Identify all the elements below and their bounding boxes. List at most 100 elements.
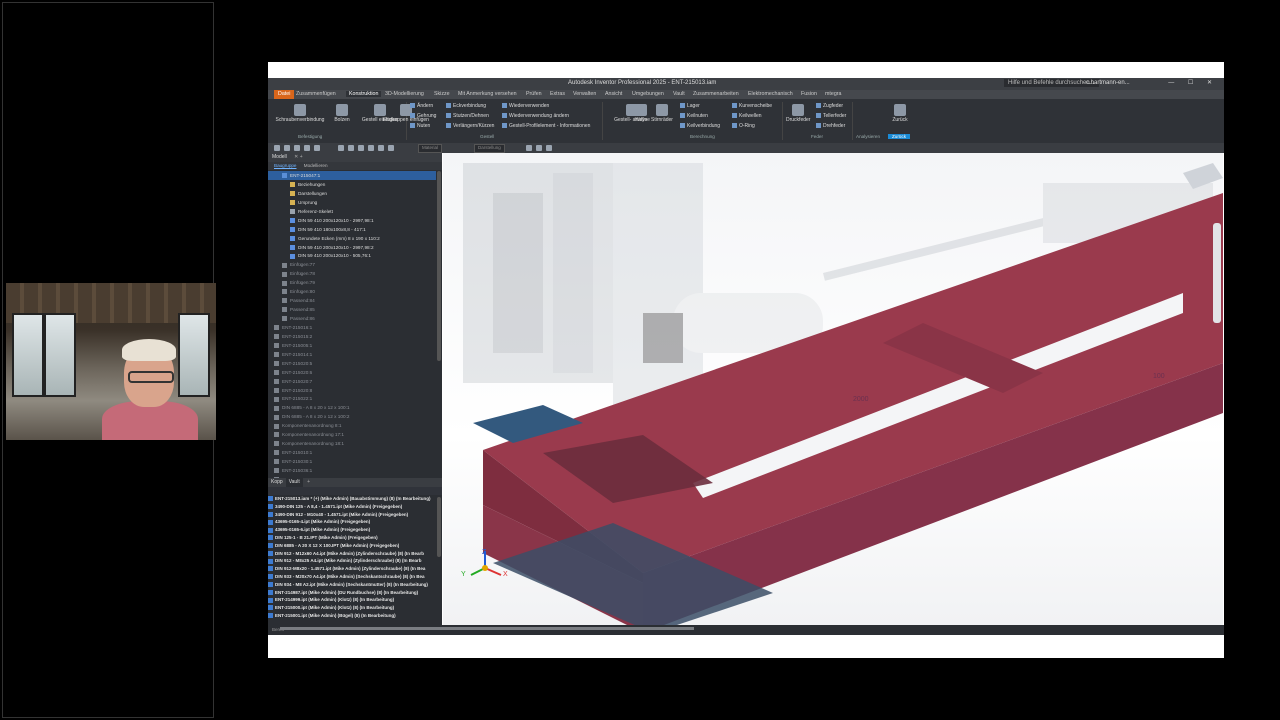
tree-item[interactable]: Ursprung [268, 198, 436, 207]
druckfeder-button[interactable]: Druckfeder [786, 104, 810, 123]
tree-item[interactable]: DIN 59 410 200x120x10 - 2997,98:1 [268, 216, 436, 225]
tab-fusion[interactable]: Fusion [801, 91, 817, 97]
select-icon[interactable] [358, 145, 364, 151]
tab-zusammenfügen[interactable]: Zusammenfügen [296, 91, 336, 97]
verlängern-kürzen-button[interactable]: Verlängern/Kürzen [446, 123, 494, 129]
close-icon[interactable]: ✕ + [294, 154, 303, 160]
tab-zusammenarbeiten[interactable]: Zusammenarbeiten [693, 91, 739, 97]
tab-ansicht[interactable]: Ansicht [605, 91, 622, 97]
o-ring-button[interactable]: O-Ring [732, 123, 755, 129]
tree-item[interactable]: Komponentenanordnung 18:1 [268, 439, 436, 448]
tree-item[interactable]: ENT-215020:7 [268, 377, 436, 386]
tab-vault[interactable]: Vault [285, 478, 303, 487]
tree-item[interactable]: Passend:85 [268, 305, 436, 314]
tab-umgebungen[interactable]: Umgebungen [632, 91, 664, 97]
eckverbindung-button[interactable]: Eckverbindung [446, 103, 486, 109]
redo-icon[interactable] [314, 145, 320, 151]
bolzen-button[interactable]: Bolzen [330, 104, 354, 123]
tree-item[interactable]: ENT-215010:1 [268, 448, 436, 457]
tab-mit-anmerkung-versehen[interactable]: Mit Anmerkung versehen [458, 91, 517, 97]
help-search-input[interactable]: Hilfe und Befehle durchsuchen... [1004, 79, 1099, 87]
3d-viewport[interactable]: 2000 100 Z X Y [443, 153, 1223, 625]
tab-verwalten[interactable]: Verwalten [573, 91, 596, 97]
tab-skizze[interactable]: Skizze [434, 91, 450, 97]
vault-item[interactable]: DIN 6885 - A 20 X 12 X 100.IPT (Mike Adm… [268, 542, 436, 550]
tree-item[interactable]: ENT-215047:1 [268, 171, 436, 180]
tree-item[interactable]: ENT-215030:1 [268, 457, 436, 466]
vault-item[interactable]: 43695-0165-4.ipt (Mike Admin) (Freigegeb… [268, 518, 436, 526]
vault-item[interactable]: ENT-214999.ipt (Mike Admin) (Klotz) (8) … [268, 596, 436, 604]
new-icon[interactable] [274, 145, 280, 151]
tab-prüfen[interactable]: Prüfen [526, 91, 542, 97]
tree-item[interactable]: Darstellungen [268, 189, 436, 198]
tree-item[interactable]: Beziehungen [268, 180, 436, 189]
update-icon[interactable] [348, 145, 354, 151]
save-icon[interactable] [294, 145, 300, 151]
keilwellen-button[interactable]: Keilwellen [732, 113, 762, 119]
vault-item[interactable]: ENT-215013.iam * (+) (Mike Admin) (Bauab… [268, 495, 436, 503]
zurück-button[interactable]: Zurück [888, 104, 912, 123]
subtab-baugruppe[interactable]: Baugruppe [274, 163, 296, 168]
tree-item[interactable]: Einfügen:80 [268, 287, 436, 296]
vault-item[interactable]: DIN 125-1 - B 21.IPT (Mike Admin) (Freig… [268, 534, 436, 542]
tab-datei[interactable]: Datei [274, 90, 295, 99]
vault-item[interactable]: DIN 912 - M12x60 A4.ipt (Mike Admin) (Zy… [268, 550, 436, 558]
vault-item[interactable]: DIN 934 - M8 A2.ipt (Mike Admin) (Sechsk… [268, 581, 436, 589]
zugfeder-button[interactable]: Zugfeder [816, 103, 843, 109]
drehfeder-button[interactable]: Drehfeder [816, 123, 845, 129]
tree-item[interactable]: Passend:86 [268, 314, 436, 323]
keilnuten-button[interactable]: Keilnuten [680, 113, 708, 119]
tree-item[interactable]: DIN 59 410 180x100x8,8 - 417:1 [268, 225, 436, 234]
tab-3d-modellierung[interactable]: 3D-Modellierung [385, 91, 424, 97]
vault-item[interactable]: DIN 912 - M8x25 A4.ipt (Mike Admin) (Zyl… [268, 557, 436, 565]
user-menu[interactable]: c.hartmann-en... [1086, 80, 1130, 86]
home-icon[interactable] [338, 145, 344, 151]
wiederverwenden-button[interactable]: Wiederverwenden [502, 103, 549, 109]
tree-item[interactable]: DIN 6885 - A 8 x 20 x 12 x 100:1 [268, 403, 436, 412]
tab-kopp[interactable]: Kopp [268, 478, 286, 487]
material-dropdown[interactable]: Material [418, 144, 443, 153]
tab-extras[interactable]: Extras [550, 91, 565, 97]
video-progress-bar[interactable] [280, 627, 694, 630]
navigation-bar[interactable] [1213, 223, 1221, 323]
color-icon[interactable] [526, 145, 532, 151]
tree-item[interactable]: Komponentenanordnung 17:1 [268, 430, 436, 439]
tree-item[interactable]: Einfügen:77 [268, 260, 436, 269]
clear-icon[interactable] [546, 145, 552, 151]
lager-button[interactable]: Lager [680, 103, 700, 109]
tree-item[interactable]: ENT-215020:6 [268, 368, 436, 377]
tab-elektromechanisch[interactable]: Elektromechanisch [748, 91, 793, 97]
schraubenverbindung-button[interactable]: Schraubenverbindung [274, 104, 326, 123]
tree-item[interactable]: Einfügen:79 [268, 278, 436, 287]
tree-item[interactable]: Einfügen:78 [268, 269, 436, 278]
adjust-icon[interactable] [536, 145, 542, 151]
tree-item[interactable]: ENT-215015:2 [268, 332, 436, 341]
subtab-modellieren[interactable]: Modellieren [304, 163, 328, 168]
tree-item[interactable]: DIN 59 410 200x120x10 - 505,76:1 [268, 251, 436, 260]
keilverbindung-button[interactable]: Keilverbindung [680, 123, 720, 129]
undo-icon[interactable] [304, 145, 310, 151]
tree-item[interactable]: ENT-215005:1 [268, 341, 436, 350]
vault-scrollbar[interactable] [437, 497, 441, 557]
tree-item[interactable]: ENT-215020:5 [268, 359, 436, 368]
vault-item[interactable]: DIN 933 - M20x70 A4.ipt (Mike Admin) (Se… [268, 573, 436, 581]
browser-scrollbar[interactable] [437, 171, 441, 361]
nuten-button[interactable]: Nuten [410, 123, 430, 129]
tab-mtegra[interactable]: mtegra [825, 91, 842, 97]
tree-item[interactable]: DIN 6885 - A 8 x 20 x 12 x 100:2 [268, 412, 436, 421]
tree-item[interactable]: Komponentenanordnung 8:1 [268, 421, 436, 430]
vault-item[interactable]: 3490-DIN 125 - A 8,4 - 1.4571.ipt (Mike … [268, 503, 436, 511]
tree-item[interactable]: ENT-215014:1 [268, 350, 436, 359]
measure-icon[interactable] [368, 145, 374, 151]
tree-item[interactable]: ENT-215022:1 [268, 394, 436, 403]
window-controls[interactable]: — ☐ ✕ [1168, 79, 1218, 86]
vault-item[interactable]: 43695-0165-6.ipt (Mike Admin) (Freigegeb… [268, 526, 436, 534]
vault-item[interactable]: ENT-215001.ipt (Mike Admin) (Bügel) (8) … [268, 612, 436, 620]
add-tab-icon[interactable]: + [307, 479, 310, 485]
vault-item[interactable]: 3490-DIN 912 - M10x40 - 1.4571.ipt (Mike… [268, 511, 436, 519]
tree-item[interactable]: ENT-215020:8 [268, 386, 436, 395]
tree-item[interactable]: Referenz-Skelett [268, 207, 436, 216]
gehrung-button[interactable]: Gehrung [410, 113, 436, 119]
ändern-button[interactable]: Ändern [410, 103, 433, 109]
kurvenscheibe-button[interactable]: Kurvenscheibe [732, 103, 772, 109]
